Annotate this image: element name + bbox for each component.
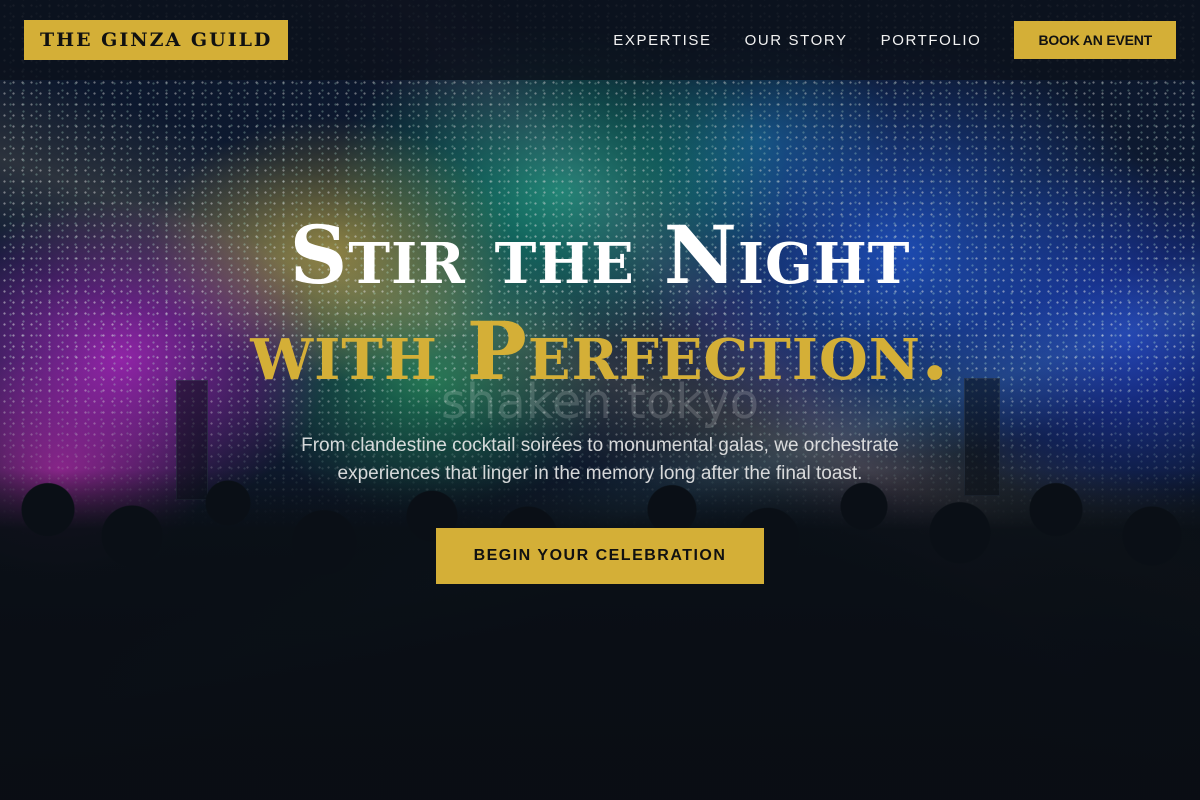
site-header: THE GINZA GUILD EXPERTISE OUR STORY PORT… — [0, 0, 1200, 80]
page: THE GINZA GUILD EXPERTISE OUR STORY PORT… — [0, 0, 1200, 800]
watermark-text: shaken tokyo — [440, 374, 760, 430]
nav-link-expertise[interactable]: EXPERTISE — [613, 32, 711, 49]
hero-section: Stir the Night with Perfection. shaken t… — [0, 80, 1200, 800]
site-logo[interactable]: THE GINZA GUILD — [24, 20, 289, 60]
begin-celebration-button[interactable]: BEGIN YOUR CELEBRATION — [436, 528, 764, 584]
hero-title-line-1: Stir the Night — [289, 208, 911, 302]
hero-subtitle: From clandestine cocktail soirées to mon… — [301, 435, 899, 484]
main-nav: EXPERTISE OUR STORY PORTFOLIO BOOK AN EV… — [580, 21, 1176, 59]
book-an-event-button[interactable]: BOOK AN EVENT — [1014, 21, 1176, 59]
nav-link-portfolio[interactable]: PORTFOLIO — [881, 32, 982, 49]
nav-link-our-story[interactable]: OUR STORY — [745, 32, 848, 49]
